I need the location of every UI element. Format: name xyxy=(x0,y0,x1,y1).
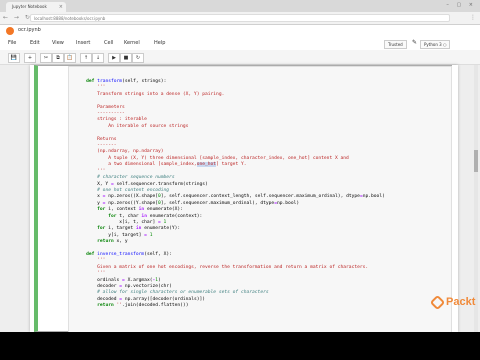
video-frame: Jupyter Notebook × – ▢ × ← → ↻ localhost… xyxy=(0,0,480,360)
notebook-page: def transform(self, strings): ''' Transf… xyxy=(30,65,458,332)
notebook-header: ocr.ipynb xyxy=(0,25,480,38)
menu-cell[interactable]: Cell xyxy=(104,40,113,46)
menu-edit[interactable]: Edit xyxy=(30,40,40,46)
browser-tab-bar: Jupyter Notebook × – ▢ × xyxy=(0,0,480,12)
restart-icon[interactable]: ↻ xyxy=(132,53,144,63)
code-editor[interactable]: def transform(self, strings): ''' Transf… xyxy=(68,66,452,332)
packt-logo-icon xyxy=(429,294,446,311)
notebook-title[interactable]: ocr.ipynb xyxy=(18,27,41,33)
menu-kernel[interactable]: Kernel xyxy=(124,40,140,46)
cut-icon[interactable]: ✂ xyxy=(40,53,52,63)
move-up-icon[interactable]: ↑ xyxy=(80,53,92,63)
browser-tab-title: Jupyter Notebook xyxy=(12,4,47,9)
packt-text: Packt xyxy=(446,296,476,308)
notebook-toolbar: 💾 + ✂ ⧉ 📋 ↑ ↓ ▶ ■ ↻ xyxy=(0,50,480,65)
stop-icon[interactable]: ■ xyxy=(120,53,132,63)
vertical-scrollbar[interactable] xyxy=(474,65,478,332)
add-cell-icon[interactable]: + xyxy=(24,53,36,63)
window-controls[interactable]: – ▢ × xyxy=(446,2,476,8)
packt-watermark: Packt xyxy=(429,294,476,311)
url-input[interactable]: localhost:8888/notebooks/ocr.ipynb xyxy=(30,14,450,22)
jupyter-logo-icon[interactable] xyxy=(6,27,14,35)
trusted-badge[interactable]: Trusted xyxy=(384,40,407,49)
browser-menu-icon[interactable]: ⋮ xyxy=(470,14,476,21)
menu-insert[interactable]: Insert xyxy=(76,40,90,46)
move-down-icon[interactable]: ↓ xyxy=(92,53,104,63)
paste-icon[interactable]: 📋 xyxy=(64,53,76,63)
menu-help[interactable]: Help xyxy=(154,40,165,46)
run-icon[interactable]: ▶ xyxy=(108,53,120,63)
notebook-area: def transform(self, strings): ''' Transf… xyxy=(0,65,480,332)
browser-tab[interactable]: Jupyter Notebook × xyxy=(6,2,66,12)
copy-icon[interactable]: ⧉ xyxy=(52,53,64,63)
code-text[interactable]: def transform(self, strings): ''' Transf… xyxy=(75,79,385,310)
menu-file[interactable]: File xyxy=(8,40,16,46)
code-cell[interactable]: def transform(self, strings): ''' Transf… xyxy=(34,65,452,332)
navigation-icons[interactable]: ← → ↻ xyxy=(3,14,32,21)
pencil-icon[interactable]: ✎ xyxy=(412,39,417,46)
address-bar: ← → ↻ localhost:8888/notebooks/ocr.ipynb… xyxy=(0,12,480,25)
save-icon[interactable]: 💾 xyxy=(8,53,20,63)
close-tab-icon[interactable]: × xyxy=(59,2,63,12)
kernel-indicator[interactable]: Python 3 ○ xyxy=(420,40,451,49)
scrollbar-thumb[interactable] xyxy=(474,150,478,172)
menu-view[interactable]: View xyxy=(52,40,64,46)
screen: Jupyter Notebook × – ▢ × ← → ↻ localhost… xyxy=(0,0,480,332)
